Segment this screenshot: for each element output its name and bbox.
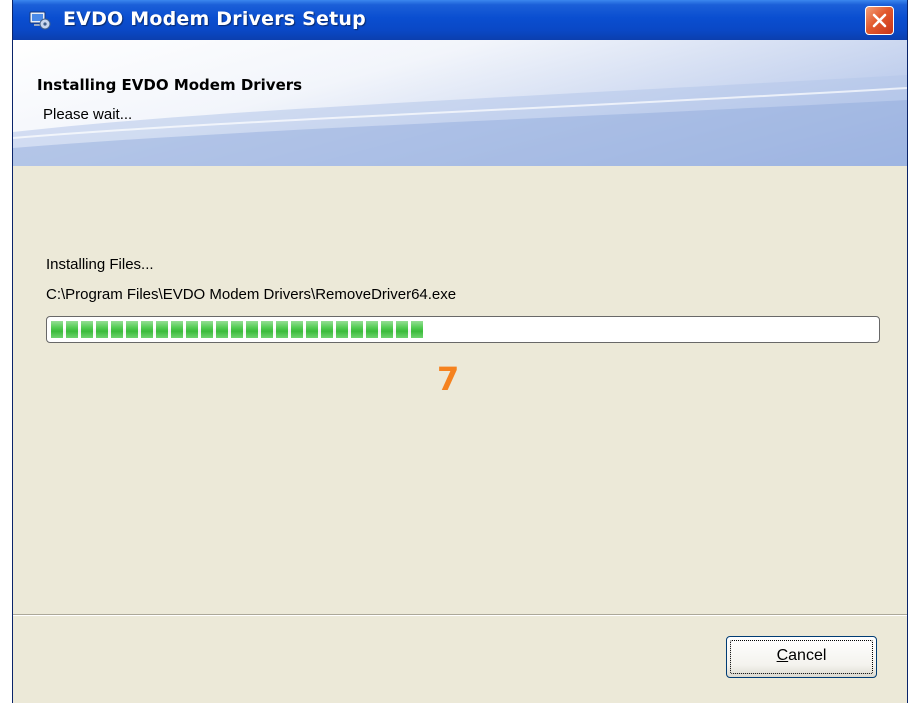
cancel-mnemonic: C xyxy=(776,647,789,664)
page-title: Installing EVDO Modem Drivers xyxy=(37,76,303,94)
close-button[interactable] xyxy=(865,6,894,35)
header-wave-decoration xyxy=(13,75,907,166)
install-progress-bar xyxy=(46,316,880,343)
current-file-path: C:\Program Files\EVDO Modem Drivers\Remo… xyxy=(46,286,457,303)
setup-window: EVDO Modem Drivers Setup Installing EVDO… xyxy=(12,0,908,703)
cancel-button-label: Cancel xyxy=(727,647,876,665)
cancel-label-rest: ancel xyxy=(788,647,827,664)
cancel-button[interactable]: Cancel xyxy=(726,636,877,678)
status-label: Installing Files... xyxy=(46,256,154,273)
title-bar[interactable]: EVDO Modem Drivers Setup xyxy=(13,0,907,40)
window-title: EVDO Modem Drivers Setup xyxy=(63,8,366,30)
page-subtitle: Please wait... xyxy=(43,106,133,123)
header-banner: Installing EVDO Modem Drivers Please wai… xyxy=(13,40,907,166)
footer-divider xyxy=(13,614,907,616)
progress-fill xyxy=(51,321,423,338)
step-annotation: 7 xyxy=(437,360,460,398)
setup-computer-icon xyxy=(29,10,51,30)
close-icon xyxy=(872,13,887,28)
